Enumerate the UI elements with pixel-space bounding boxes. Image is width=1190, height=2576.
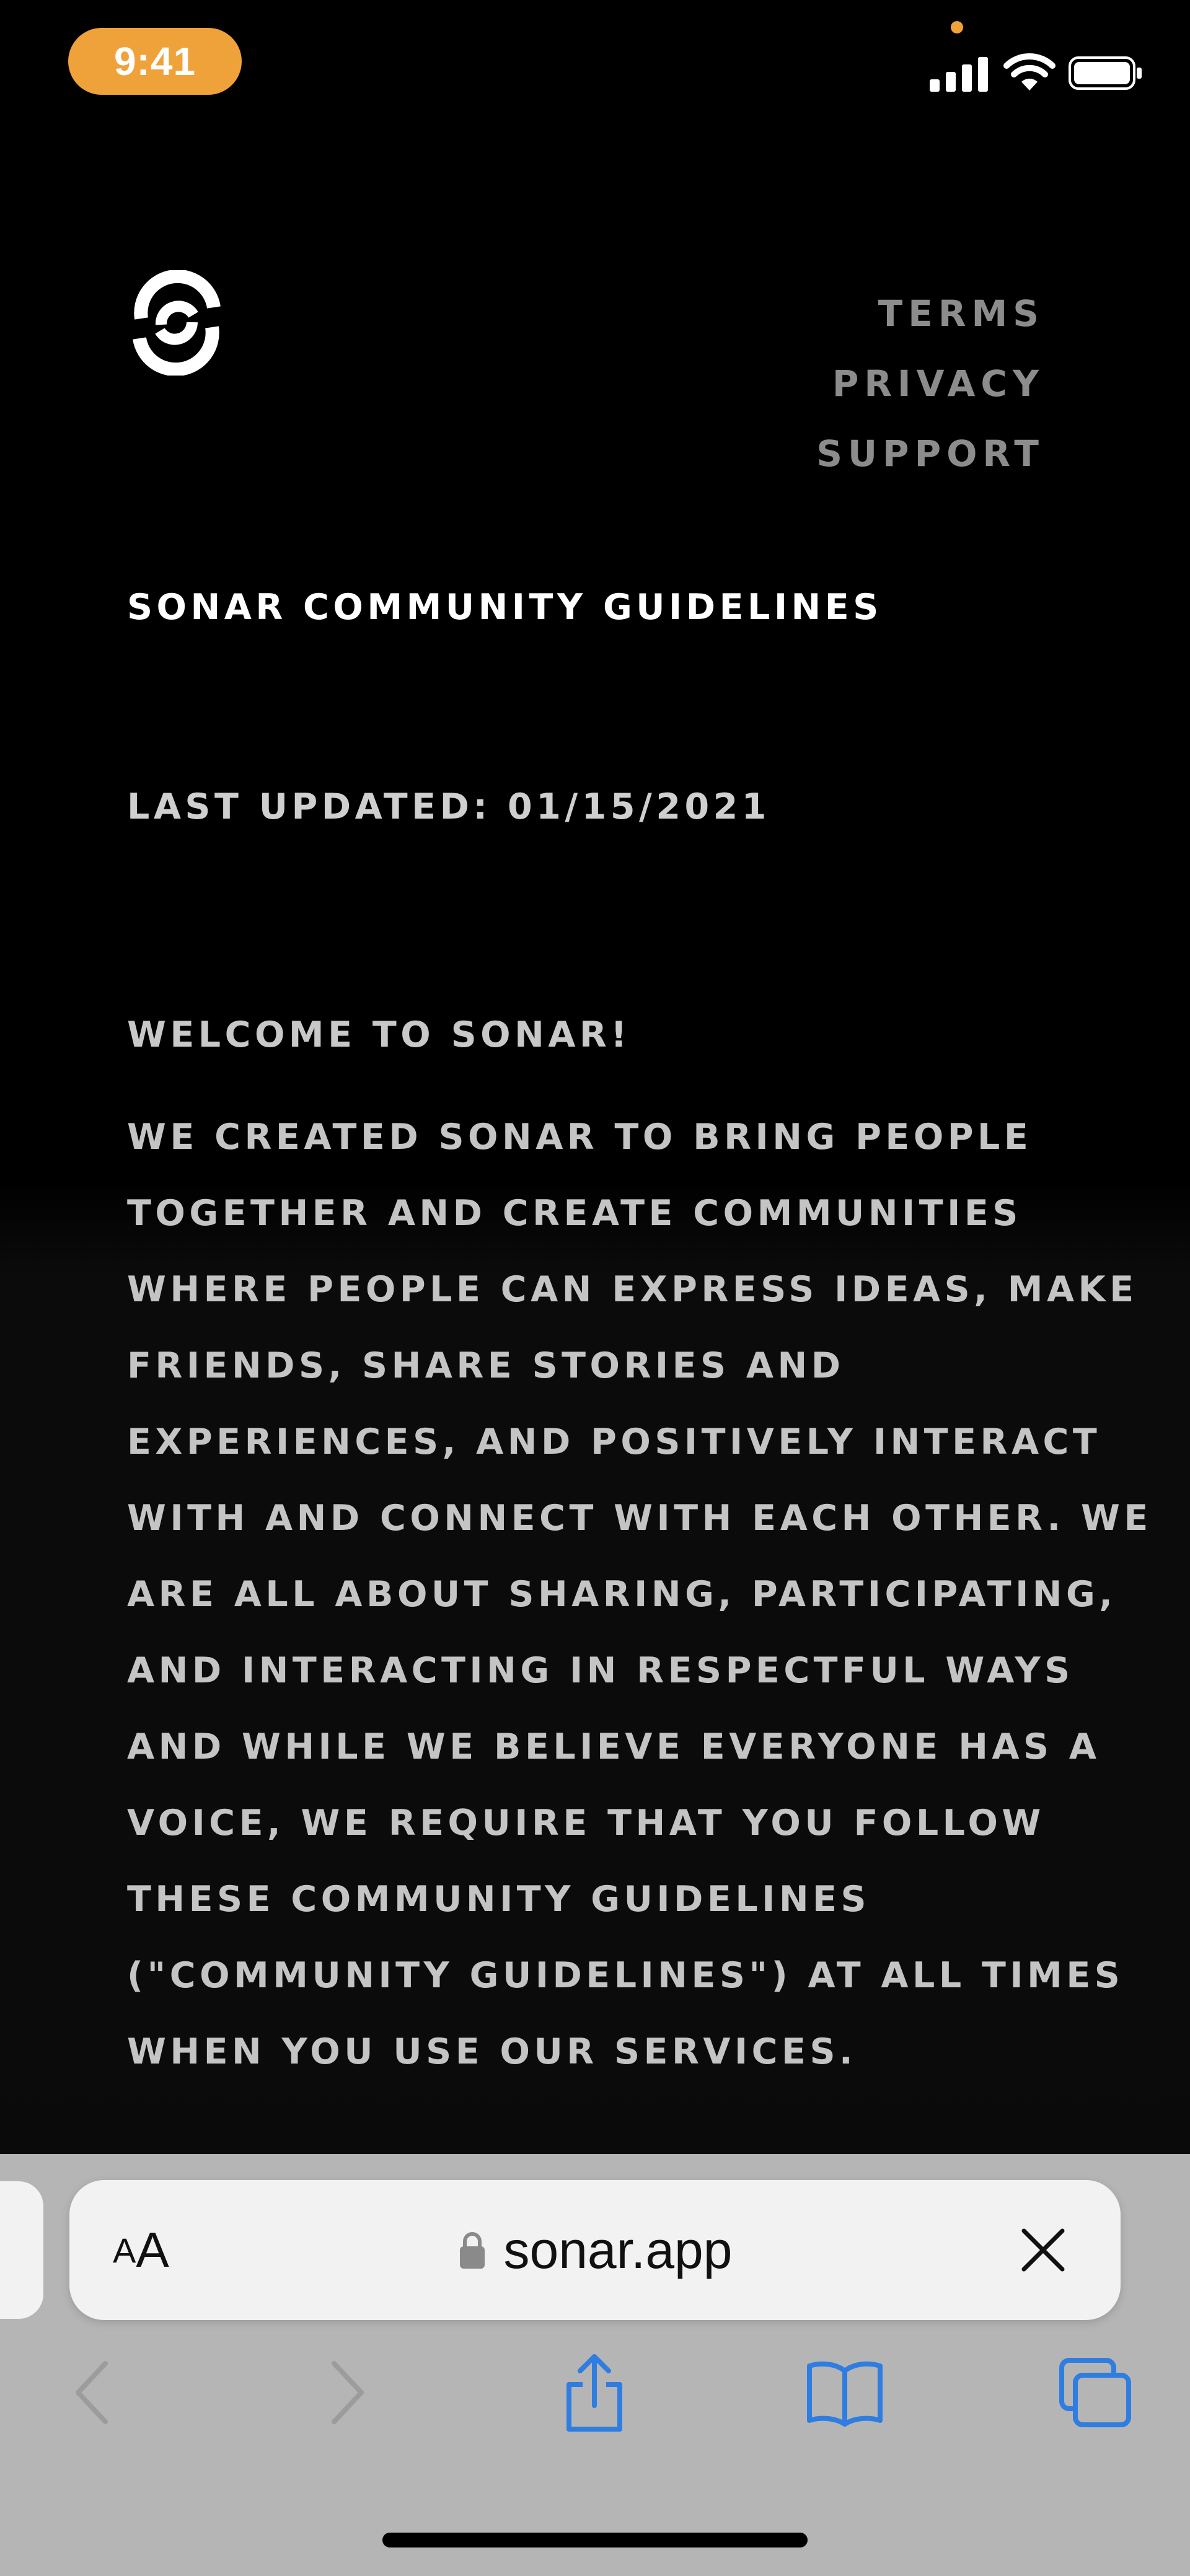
share-icon — [566, 2354, 622, 2432]
last-updated: LAST UPDATED: 01/15/2021 — [127, 786, 770, 827]
bookmarks-button[interactable] — [798, 2352, 891, 2433]
site-nav: TERMS PRIVACY SUPPORT — [816, 279, 1044, 489]
intro-paragraph: WE CREATED SONAR TO BRING PEOPLE TOGETHE… — [127, 1099, 1152, 2090]
paragraph-line: WE CREATED SONAR TO BRING PEOPLE — [127, 1117, 1033, 1158]
paragraph-line: WHERE PEOPLE CAN EXPRESS IDEAS, MAKE — [127, 1269, 1138, 1310]
mic-indicator-dot — [951, 21, 963, 33]
page: 9:41 TERMS PRIVACY SUPPORT SONAR COMMUNI… — [0, 0, 1190, 2576]
home-indicator — [382, 2533, 808, 2547]
book-icon — [807, 2361, 883, 2427]
url-text: sonar.app — [503, 2220, 733, 2279]
chevron-left-icon — [76, 2361, 108, 2424]
paragraph-line: THESE COMMUNITY GUIDELINES — [127, 1879, 871, 1920]
lock-icon — [459, 2232, 485, 2269]
browser-nav-row — [0, 2352, 1190, 2433]
nav-link-terms[interactable]: TERMS — [816, 279, 1044, 349]
tabs-icon — [1059, 2358, 1131, 2427]
status-time: 9:41 — [113, 39, 196, 84]
address-bar[interactable]: A A sonar.app — [69, 2180, 1121, 2320]
close-button[interactable] — [1009, 2216, 1077, 2284]
tabs-button[interactable] — [1049, 2352, 1142, 2433]
signal-icon — [930, 55, 989, 92]
browser-toolbar: A A sonar.app — [0, 2154, 1190, 2576]
paragraph-line: AND INTERACTING IN RESPECTFUL WAYS — [127, 1650, 1074, 1691]
url-display[interactable]: sonar.app — [69, 2180, 1121, 2320]
paragraph-line: AND WHILE WE BELIEVE EVERYONE HAS A — [127, 1726, 1101, 1767]
sonar-logo-icon[interactable] — [124, 270, 229, 376]
paragraph-line: ("COMMUNITY GUIDELINES") AT ALL TIMES — [127, 1955, 1124, 1996]
paragraph-line: VOICE, WE REQUIRE THAT YOU FOLLOW — [127, 1803, 1045, 1844]
status-time-pill: 9:41 — [68, 28, 242, 95]
paragraph-line: EXPERIENCES, AND POSITIVELY INTERACT — [127, 1422, 1101, 1462]
paragraph-line: TOGETHER AND CREATE COMMUNITIES — [127, 1193, 1022, 1234]
paragraph-line: WHEN YOU USE OUR SERVICES. — [127, 2031, 857, 2072]
chevron-right-icon — [332, 2361, 364, 2424]
battery-icon — [1069, 56, 1142, 90]
guidelines-content: SONAR COMMUNITY GUIDELINES LAST UPDATED:… — [127, 582, 1152, 2090]
close-icon — [1021, 2228, 1065, 2272]
nav-link-support[interactable]: SUPPORT — [816, 419, 1044, 489]
forward-button[interactable] — [302, 2352, 395, 2433]
share-button[interactable] — [548, 2352, 641, 2433]
page-title: SONAR COMMUNITY GUIDELINES — [127, 587, 883, 628]
previous-tab-card[interactable] — [0, 2181, 43, 2319]
back-button[interactable] — [45, 2352, 138, 2433]
wifi-icon — [1003, 53, 1056, 90]
paragraph-line: FRIENDS, SHARE STORIES AND — [127, 1345, 845, 1386]
paragraph-line: ARE ALL ABOUT SHARING, PARTICIPATING, — [127, 1574, 1117, 1615]
nav-link-privacy[interactable]: PRIVACY — [816, 349, 1044, 419]
paragraph-line: WITH AND CONNECT WITH EACH OTHER. WE — [127, 1498, 1152, 1539]
welcome-heading: WELCOME TO SONAR! — [127, 1014, 631, 1055]
